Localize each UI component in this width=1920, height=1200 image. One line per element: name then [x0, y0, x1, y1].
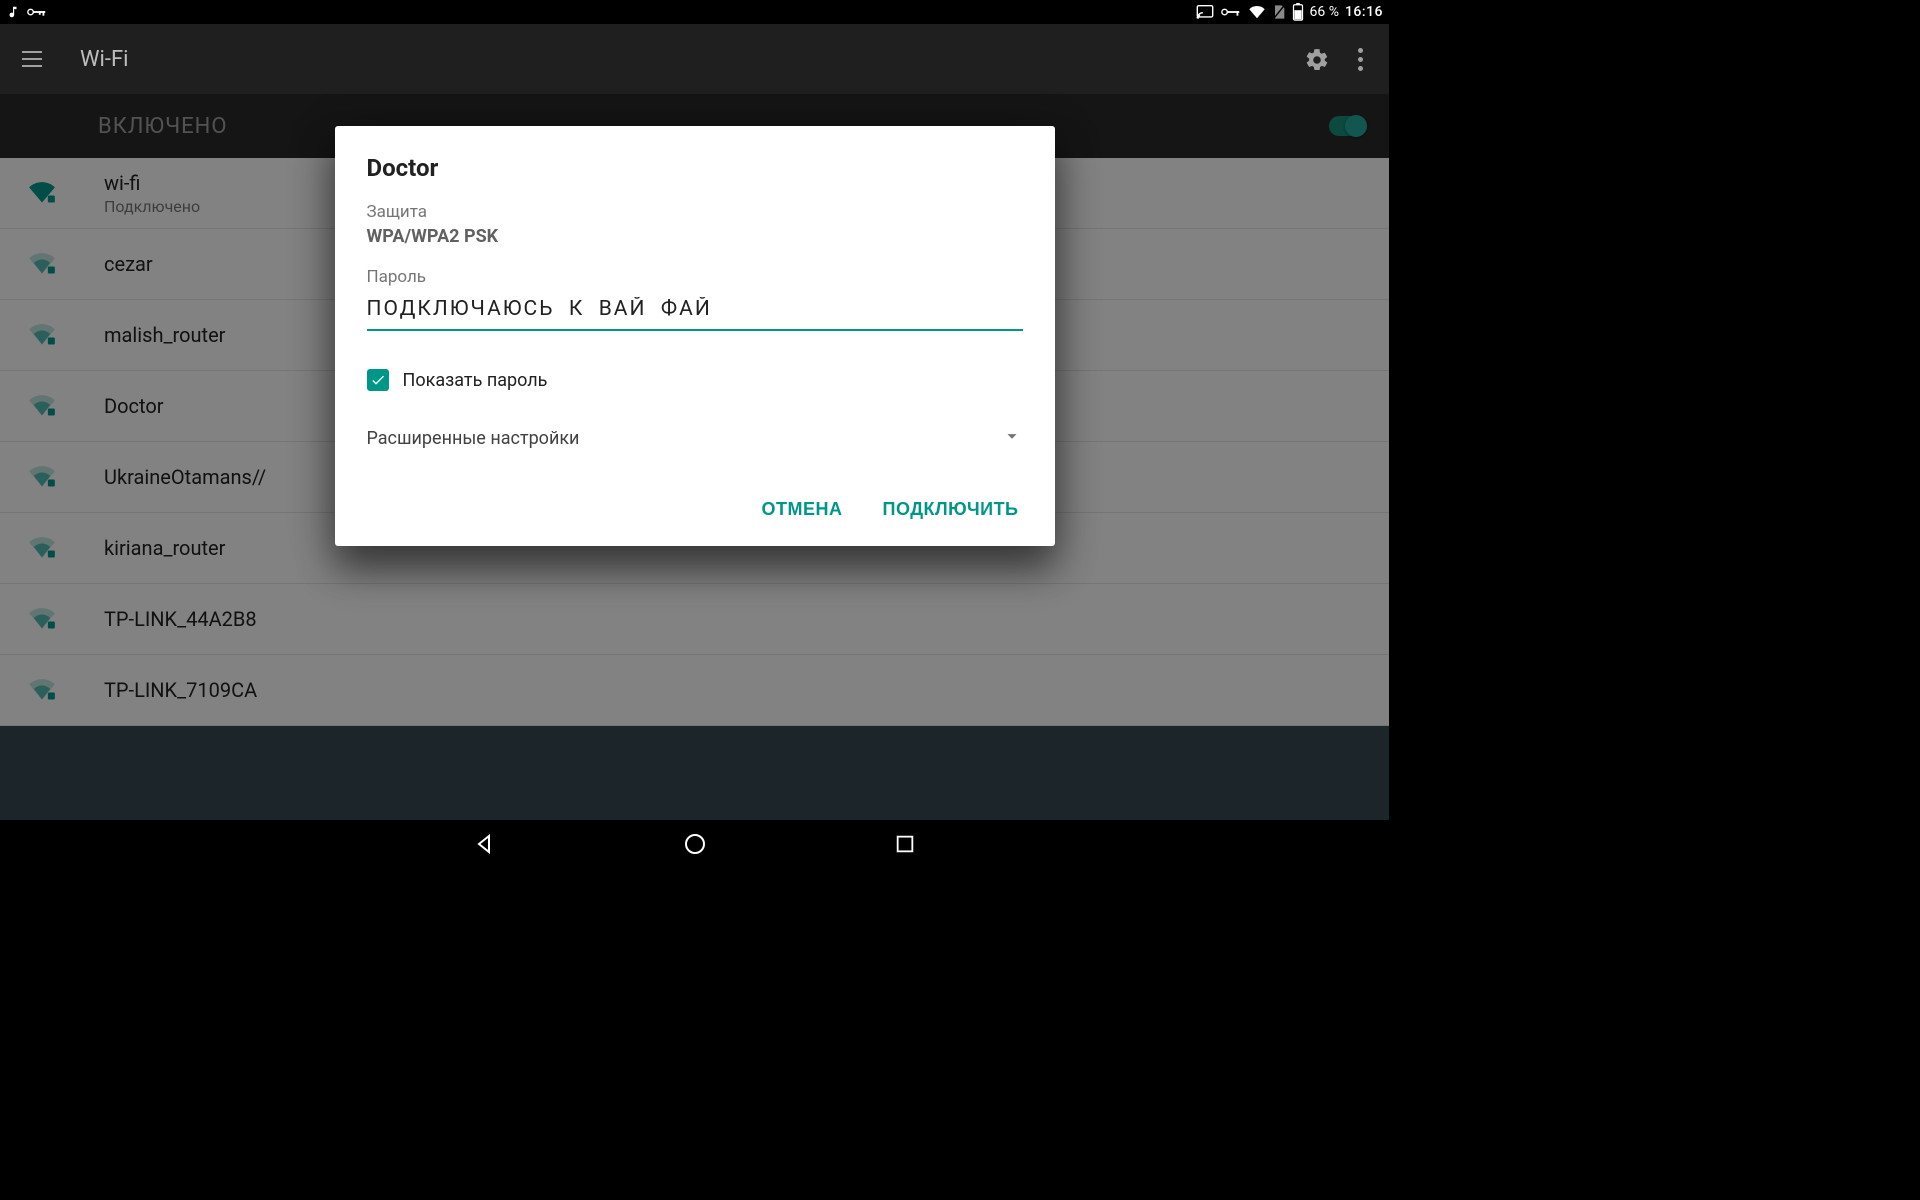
wifi-connect-dialog: Doctor Защита WPA/WPA2 PSK Пароль Показа…: [335, 126, 1055, 546]
hamburger-menu[interactable]: [18, 45, 46, 73]
vpn-key-icon: [1220, 6, 1242, 18]
battery-percent: 66 %: [1310, 4, 1339, 20]
show-password-row[interactable]: Показать пароль: [367, 369, 1023, 391]
cancel-button[interactable]: ОТМЕНА: [758, 491, 847, 528]
security-value: WPA/WPA2 PSK: [367, 226, 1023, 247]
battery-icon: [1292, 3, 1304, 21]
show-password-checkbox[interactable]: [367, 369, 389, 391]
nav-home-button[interactable]: [680, 829, 710, 859]
connect-button[interactable]: ПОДКЛЮЧИТЬ: [879, 491, 1023, 528]
page-body: ВКЛЮЧЕНО wi-fiПодключеноcezarmalish_rout…: [0, 94, 1389, 820]
chevron-down-icon: [1001, 425, 1023, 451]
music-icon: [6, 5, 20, 19]
show-password-label: Показать пароль: [403, 370, 548, 391]
security-label: Защита: [367, 202, 1023, 222]
navigation-bar: [0, 820, 1389, 868]
advanced-settings-row[interactable]: Расширенные настройки: [367, 419, 1023, 457]
dialog-title: Doctor: [367, 154, 1023, 182]
password-label: Пароль: [367, 267, 1023, 287]
key-icon: [26, 5, 48, 19]
overflow-menu[interactable]: [1356, 44, 1365, 75]
dialog-scrim[interactable]: Doctor Защита WPA/WPA2 PSK Пароль Показа…: [0, 94, 1389, 820]
app-bar: Wi-Fi: [0, 24, 1389, 94]
page-title: Wi-Fi: [80, 47, 128, 72]
cast-icon: [1196, 5, 1214, 19]
password-input[interactable]: [367, 287, 1023, 331]
no-sim-icon: [1272, 4, 1286, 20]
settings-gear-icon[interactable]: [1304, 47, 1328, 71]
wifi-status-icon: [1248, 5, 1266, 19]
clock: 16:16: [1345, 4, 1383, 20]
nav-recents-button[interactable]: [890, 829, 920, 859]
advanced-settings-label: Расширенные настройки: [367, 428, 580, 449]
nav-back-button[interactable]: [470, 829, 500, 859]
status-bar: 66 % 16:16: [0, 0, 1389, 24]
